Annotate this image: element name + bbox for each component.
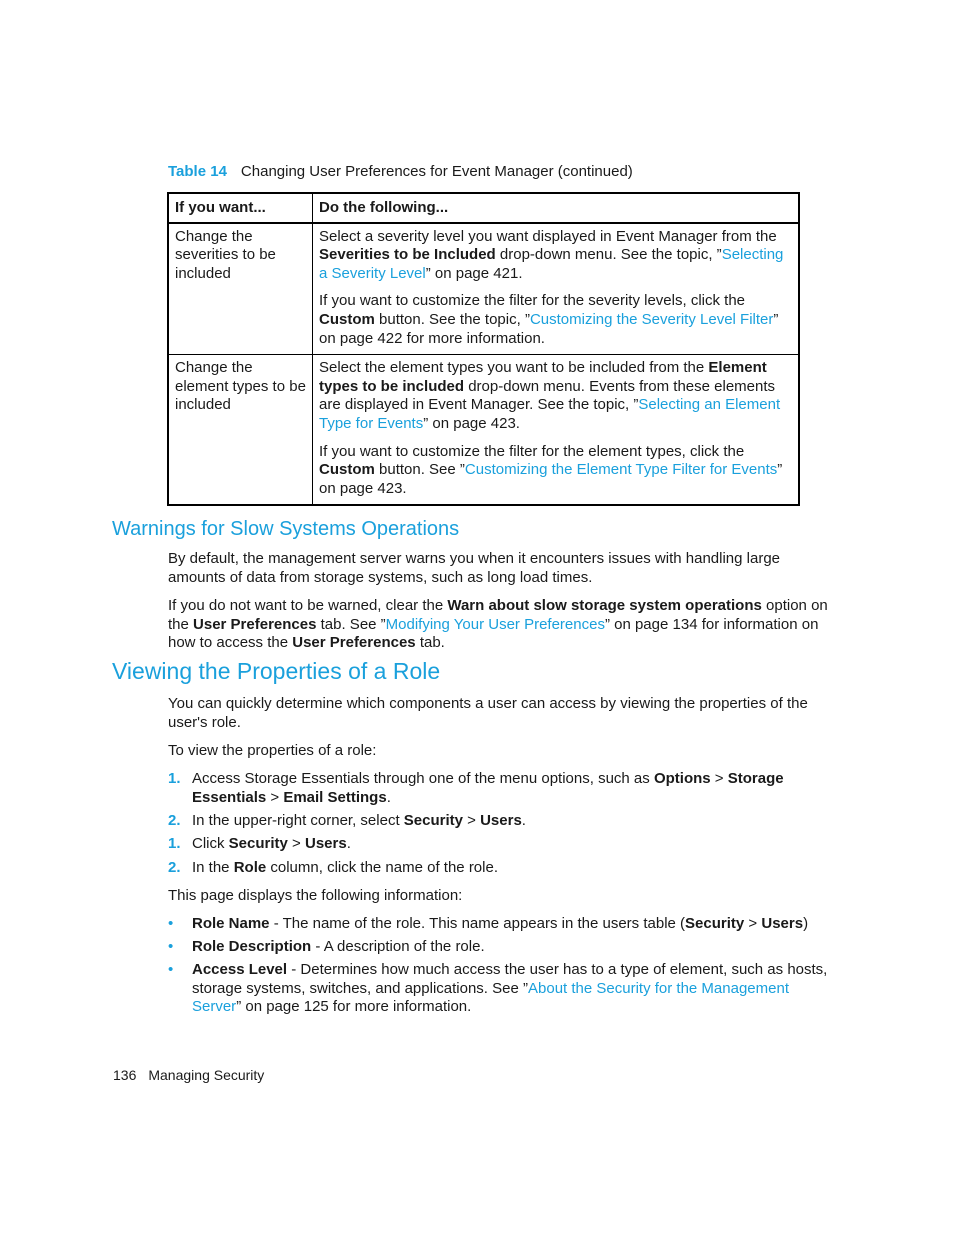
text: Select a severity level you want display…: [319, 227, 777, 245]
text: If you do not want to be warned, clear t…: [168, 597, 448, 614]
bullet-item: • Role Name - The name of the role. This…: [168, 915, 828, 934]
step-text: In the upper-right corner, select Securi…: [192, 812, 818, 831]
text: Access Storage Essentials through one of…: [192, 770, 654, 787]
text: tab. See ”: [316, 615, 386, 633]
term: Role Description: [192, 938, 312, 955]
text: - The name of the role. This name appear…: [269, 915, 686, 932]
text: .: [386, 788, 391, 806]
ui-term: User Preferences: [193, 615, 317, 633]
text: button. See the topic, ”: [374, 310, 530, 328]
table-caption: Table 14 Changing User Preferences for Ev…: [168, 162, 633, 182]
separator: >: [266, 788, 284, 806]
bullet-item: • Role Description - A description of th…: [168, 938, 828, 957]
bullet-text: Role Description - A description of the …: [192, 938, 828, 957]
text: column, click the name of the role.: [266, 859, 498, 876]
ui-term: Options: [653, 770, 711, 787]
text: drop-down menu. See the topic, ”: [495, 246, 722, 264]
step-item: 1. Click Security > Users.: [168, 835, 818, 854]
role-lead: To view the properties of a role:: [168, 742, 377, 759]
text: - A description of the role.: [311, 938, 485, 955]
ui-term: Security: [228, 835, 288, 852]
step-number: 2.: [168, 859, 181, 876]
ui-term: Security: [403, 812, 463, 829]
separator: >: [462, 812, 481, 829]
text: Click: [192, 835, 229, 852]
step-number: 1.: [168, 835, 181, 852]
table-header-row: If you want... Do the following...: [167, 192, 800, 224]
ui-term: Custom: [319, 461, 375, 479]
column-header-do: Do the following...: [312, 192, 800, 224]
instruction-paragraph: If you want to customize the filter for …: [319, 443, 792, 499]
want-cell: Change the element types to be included: [167, 354, 313, 506]
bullet-icon: •: [168, 938, 174, 955]
cross-reference-link[interactable]: Customizing the Element Type Filter for …: [465, 461, 777, 478]
text: If you want to customize the filter for …: [319, 292, 746, 310]
bullet-icon: •: [168, 961, 174, 978]
ui-term: Users: [304, 835, 347, 852]
bullet-item: • Access Level - Determines how much acc…: [168, 961, 828, 1017]
ui-term: Severities to be Included: [319, 246, 496, 264]
displays-lead: This page displays the following informa…: [168, 887, 463, 904]
step-text: Access Storage Essentials through one of…: [192, 770, 818, 807]
section-heading-role: Viewing the Properties of a Role: [112, 658, 441, 684]
step-item: 2. In the Role column, click the name of…: [168, 859, 818, 878]
term: Role Name: [192, 915, 270, 932]
ui-term: Warn about slow storage system operation…: [447, 597, 762, 614]
text: .: [346, 835, 351, 852]
ui-term: Users: [480, 812, 522, 829]
text: If you want to customize the filter for …: [319, 442, 745, 460]
text: button. See ”: [374, 461, 465, 479]
section-heading-warnings: Warnings for Slow Systems Operations: [112, 518, 460, 540]
text: In the upper-right corner, select: [192, 812, 404, 829]
separator: >: [287, 835, 305, 852]
role-intro: You can quickly determine which componen…: [168, 695, 808, 731]
ui-term: Security: [685, 915, 745, 932]
text: In the: [192, 859, 234, 876]
page-number: 136: [113, 1067, 137, 1083]
do-cell: Select a severity level you want display…: [312, 222, 800, 356]
step-text: In the Role column, click the name of th…: [192, 859, 818, 878]
instruction-paragraph: Select the element types you want to be …: [319, 359, 792, 433]
ui-term: Email Settings: [283, 788, 387, 806]
step-item: 2. In the upper-right corner, select Sec…: [168, 812, 818, 831]
want-cell: Change the severities to be included: [167, 222, 313, 356]
warnings-paragraph: By default, the management server warns …: [168, 550, 781, 586]
separator: >: [710, 770, 728, 787]
term: Access Level: [192, 961, 288, 978]
ui-term: Custom: [319, 310, 375, 328]
cross-reference-link[interactable]: Customizing the Severity Level Filter: [530, 311, 773, 328]
text: ” on page 423.: [423, 414, 520, 432]
separator: >: [744, 915, 762, 932]
step-number: 2.: [168, 812, 181, 829]
ui-term: Role: [233, 859, 267, 876]
text: ” on page 421.: [425, 264, 523, 282]
column-header-want: If you want...: [167, 192, 313, 224]
step-text: Click Security > Users.: [192, 835, 818, 854]
bullet-icon: •: [168, 915, 174, 932]
table-row: Change the severities to be included Sel…: [167, 222, 800, 356]
text: Select the element types you want to be …: [319, 359, 709, 377]
ui-term: User Preferences: [292, 634, 416, 652]
text: ” on page 125 for more information.: [236, 998, 472, 1016]
warnings-paragraph: If you do not want to be warned, clear t…: [168, 597, 833, 653]
bullet-text: Role Name - The name of the role. This n…: [192, 915, 828, 934]
footer-section: Managing Security: [148, 1067, 265, 1083]
instruction-paragraph: Select a severity level you want display…: [319, 228, 792, 284]
table-row: Change the element types to be included …: [167, 354, 800, 506]
table-label: Table 14: [168, 163, 227, 180]
step-item: 1. Access Storage Essentials through one…: [168, 770, 818, 807]
page-footer: 136 Managing Security: [113, 1067, 264, 1083]
text: ): [803, 915, 809, 932]
cross-reference-link[interactable]: Modifying Your User Preferences: [386, 616, 605, 633]
table-title: Changing User Preferences for Event Mana…: [240, 163, 633, 180]
preferences-table: If you want... Do the following... Chang…: [167, 192, 800, 507]
text: tab.: [415, 634, 445, 652]
instruction-paragraph: If you want to customize the filter for …: [319, 292, 792, 348]
bullet-text: Access Level - Determines how much acces…: [192, 961, 828, 1017]
step-number: 1.: [168, 770, 181, 787]
ui-term: Users: [761, 915, 804, 932]
text: .: [521, 812, 526, 829]
do-cell: Select the element types you want to be …: [312, 354, 800, 506]
